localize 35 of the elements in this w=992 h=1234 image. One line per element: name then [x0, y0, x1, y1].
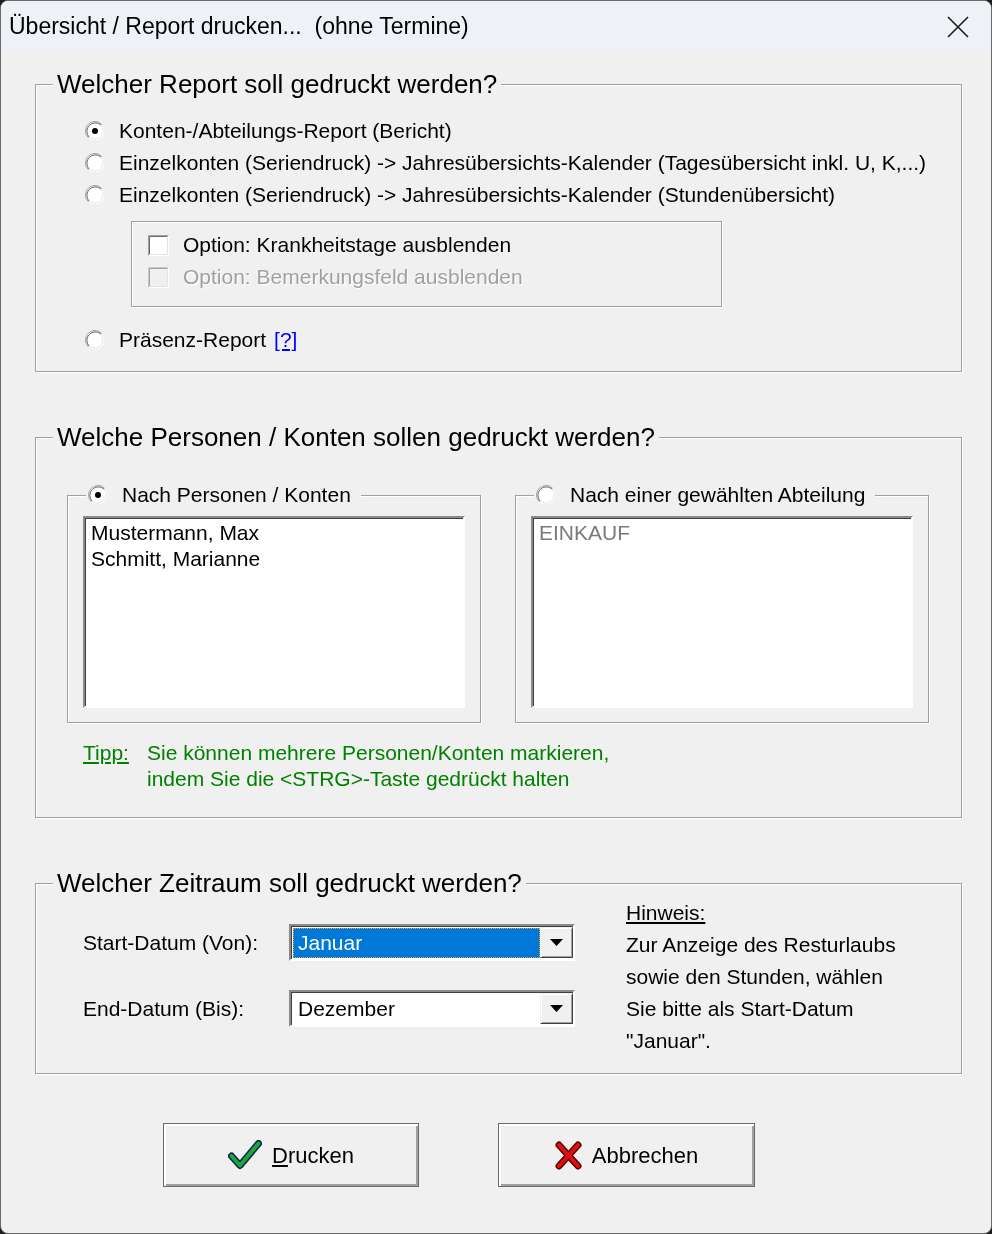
radio-button[interactable]: [88, 485, 108, 505]
checkbox[interactable]: [148, 234, 169, 256]
radio-button[interactable]: [85, 121, 105, 141]
note-text: Zur Anzeige des Resturlaubs sowie den Stunden, wählen Sie bitte als Start-Datum "Januar".: [626, 932, 896, 1054]
radio-label[interactable]: Konten-/Abteilungs-Report (Bericht): [119, 115, 452, 147]
dropdown-button[interactable]: [540, 993, 573, 1024]
list-box[interactable]: Mustermann, Max Schmitt, Marianne: [83, 516, 465, 708]
dropdown-button[interactable]: [540, 927, 573, 958]
note-title: Hinweis:: [626, 900, 706, 926]
list-item[interactable]: Schmitt, Marianne: [90, 546, 463, 572]
month-dropdown[interactable]: Januar: [289, 924, 575, 961]
radio-label[interactable]: Nach Personen / Konten: [122, 483, 351, 507]
tip-text: Sie können mehrere Personen/Konten markieren, indem Sie die <STRG>-Taste gedrückt halten: [147, 740, 610, 792]
tip-label: Tipp:: [83, 740, 130, 766]
field-label: End-Datum (Bis):: [83, 995, 246, 1022]
radio-label[interactable]: Präsenz-Report: [119, 324, 267, 356]
month-dropdown[interactable]: Dezember: [289, 990, 575, 1027]
x-mark-icon: [554, 1140, 582, 1170]
window-title: Übersicht / Report drucken... (ohne Termine): [9, 12, 469, 42]
list-item[interactable]: Mustermann, Max: [90, 520, 463, 546]
field-label: Start-Datum (Von):: [83, 929, 260, 956]
close-icon: [947, 15, 969, 38]
caret-down-icon: [550, 1005, 563, 1012]
radio-button[interactable]: [85, 330, 105, 350]
selected-value: Januar: [293, 928, 540, 958]
radio-button[interactable]: [85, 185, 105, 205]
radio-label[interactable]: Einzelkonten (Seriendruck) -> Jahresübersichts-Kalender (Tagesübersicht inkl. U, K,...): [119, 147, 927, 179]
print-button[interactable]: Drucken: [163, 1123, 419, 1187]
radio-label[interactable]: Einzelkonten (Seriendruck) -> Jahresübersichts-Kalender (Stundenübersicht): [119, 179, 836, 211]
help-link[interactable]: [?]: [274, 324, 298, 356]
checkbox-label[interactable]: Option: Krankheitstage ausblenden: [183, 229, 512, 261]
radio-button[interactable]: [85, 153, 105, 173]
cancel-button[interactable]: Abbrechen: [498, 1123, 755, 1187]
checkmark-icon: [228, 1140, 263, 1170]
caret-down-icon: [550, 939, 563, 946]
